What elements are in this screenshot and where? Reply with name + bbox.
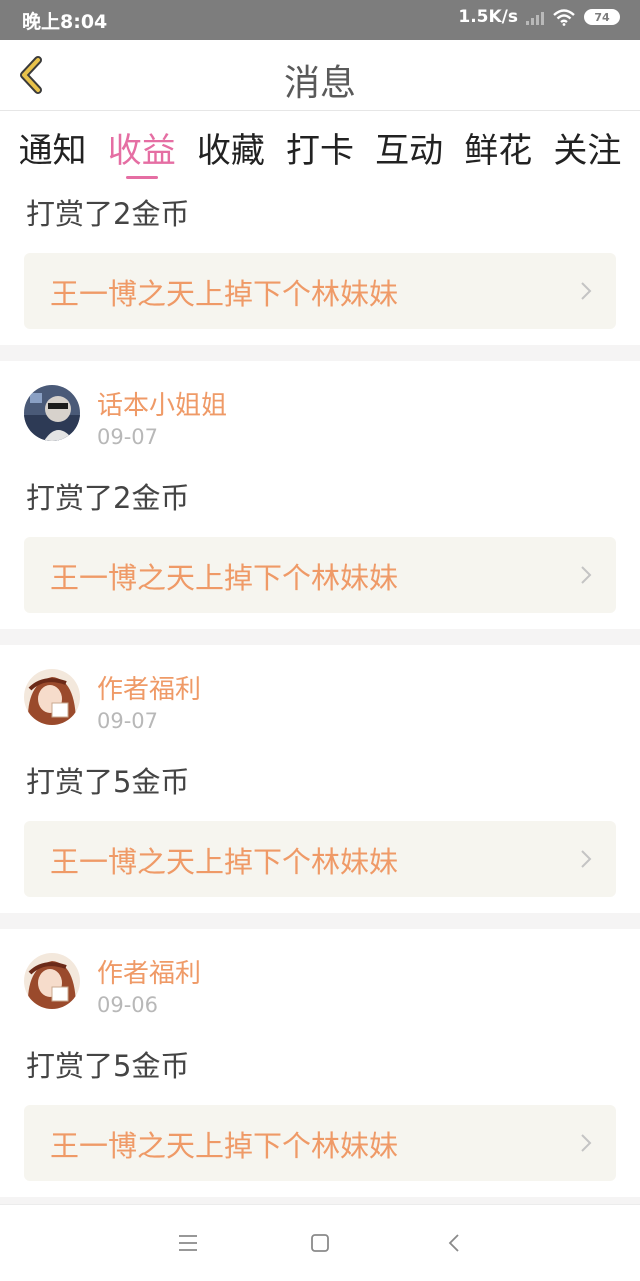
list-item: 作者福利 09-06 打赏了5金币 王一博之天上掉下个林妹妹 xyxy=(0,929,640,1197)
book-link[interactable]: 王一博之天上掉下个林妹妹 xyxy=(24,537,616,613)
list-item: 作者福利 09-07 打赏了5金币 王一博之天上掉下个林妹妹 xyxy=(0,645,640,913)
username[interactable]: 作者福利 xyxy=(97,669,201,706)
reward-text: 打赏了2金币 xyxy=(26,481,190,515)
divider xyxy=(0,345,640,361)
network-speed: 1.5K/s xyxy=(458,7,518,27)
book-title: 王一博之天上掉下个林妹妹 xyxy=(50,277,399,311)
date: 09-07 xyxy=(97,709,159,733)
chevron-right-icon xyxy=(581,282,592,300)
book-link[interactable]: 王一博之天上掉下个林妹妹 xyxy=(24,253,616,329)
list-item: 话本小姐姐 09-07 打赏了2金币 王一博之天上掉下个林妹妹 xyxy=(0,361,640,629)
back-chevron-icon[interactable] xyxy=(443,1231,467,1255)
home-square-icon[interactable] xyxy=(308,1231,332,1255)
book-title: 王一博之天上掉下个林妹妹 xyxy=(50,1129,399,1163)
user-row[interactable]: 作者福利 09-06 xyxy=(24,929,616,1033)
battery-icon: 74 xyxy=(584,9,620,25)
tab-earnings[interactable]: 收益 xyxy=(108,111,176,181)
wifi-icon xyxy=(553,9,575,26)
signal-icon xyxy=(526,9,544,25)
divider xyxy=(0,913,640,929)
book-link[interactable]: 王一博之天上掉下个林妹妹 xyxy=(24,1105,616,1181)
chevron-right-icon xyxy=(581,1134,592,1152)
status-bar: 晚上8:04 1.5K/s 74 xyxy=(0,0,640,40)
user-row[interactable]: 话本小姐姐 09-07 xyxy=(24,361,616,465)
username[interactable]: 话本小姐姐 xyxy=(97,385,227,422)
menu-icon[interactable] xyxy=(176,1231,200,1255)
reward-text: 打赏了2金币 xyxy=(26,197,190,231)
tab-bar: 通知 收益 收藏 打卡 互动 鲜花 关注 xyxy=(0,111,640,181)
app-header: 消息 xyxy=(0,40,640,111)
user-row[interactable]: 作者福利 09-07 xyxy=(24,645,616,749)
status-indicators: 1.5K/s 74 xyxy=(458,7,620,27)
status-time: 晚上8:04 xyxy=(22,11,108,33)
book-link[interactable]: 王一博之天上掉下个林妹妹 xyxy=(24,821,616,897)
avatar[interactable] xyxy=(24,385,80,441)
tab-interactions[interactable]: 互动 xyxy=(375,111,443,181)
tab-favorites[interactable]: 收藏 xyxy=(197,111,265,181)
book-title: 王一博之天上掉下个林妹妹 xyxy=(50,561,399,595)
date: 09-06 xyxy=(97,993,159,1017)
avatar[interactable] xyxy=(24,669,80,725)
chevron-right-icon xyxy=(581,850,592,868)
reward-text: 打赏了5金币 xyxy=(26,765,190,799)
divider xyxy=(0,629,640,645)
reward-text: 打赏了5金币 xyxy=(26,1049,190,1083)
username[interactable]: 作者福利 xyxy=(97,953,201,990)
tab-following[interactable]: 关注 xyxy=(553,111,621,181)
list-item: 打赏了2金币 王一博之天上掉下个林妹妹 xyxy=(0,181,640,345)
tab-checkin[interactable]: 打卡 xyxy=(286,111,354,181)
tab-notifications[interactable]: 通知 xyxy=(19,111,87,181)
earnings-feed: 打赏了2金币 王一博之天上掉下个林妹妹 话本小姐姐 09-07 打赏了2金币 王… xyxy=(0,181,640,1213)
book-title: 王一博之天上掉下个林妹妹 xyxy=(50,845,399,879)
tab-flowers[interactable]: 鲜花 xyxy=(464,111,532,181)
page-title: 消息 xyxy=(283,63,356,104)
chevron-right-icon xyxy=(581,566,592,584)
system-nav-bar xyxy=(0,1204,640,1281)
avatar[interactable] xyxy=(24,953,80,1009)
date: 09-07 xyxy=(97,425,159,449)
